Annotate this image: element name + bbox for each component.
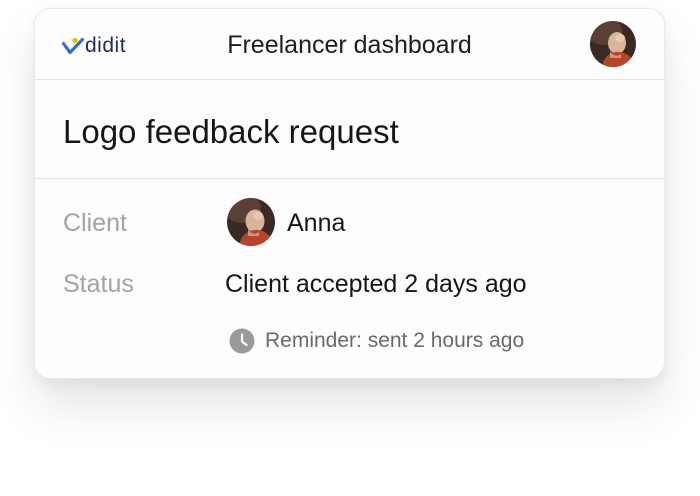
status-label: Status xyxy=(63,270,134,298)
user-avatar-icon xyxy=(590,21,636,67)
request-card: didit Freelancer dashboard Logo feedback… xyxy=(34,8,665,379)
card-header: didit Freelancer dashboard xyxy=(35,9,664,80)
user-avatar[interactable] xyxy=(590,21,636,67)
status-value: Client accepted 2 days ago xyxy=(225,270,527,298)
request-title-section: Logo feedback request xyxy=(35,80,664,179)
client-label: Client xyxy=(63,209,127,237)
client-avatar[interactable] xyxy=(227,198,275,246)
reminder-text: Reminder: sent 2 hours ago xyxy=(265,329,525,352)
clock-icon xyxy=(229,328,255,354)
page-title: Freelancer dashboard xyxy=(227,31,472,59)
client-avatar-icon xyxy=(227,198,275,246)
client-name[interactable]: Anna xyxy=(287,208,345,238)
request-title: Logo feedback request xyxy=(63,113,399,150)
page: didit Freelancer dashboard Logo feedback… xyxy=(0,0,700,496)
reminder-info: Reminder: sent 2 hours ago xyxy=(229,327,524,355)
